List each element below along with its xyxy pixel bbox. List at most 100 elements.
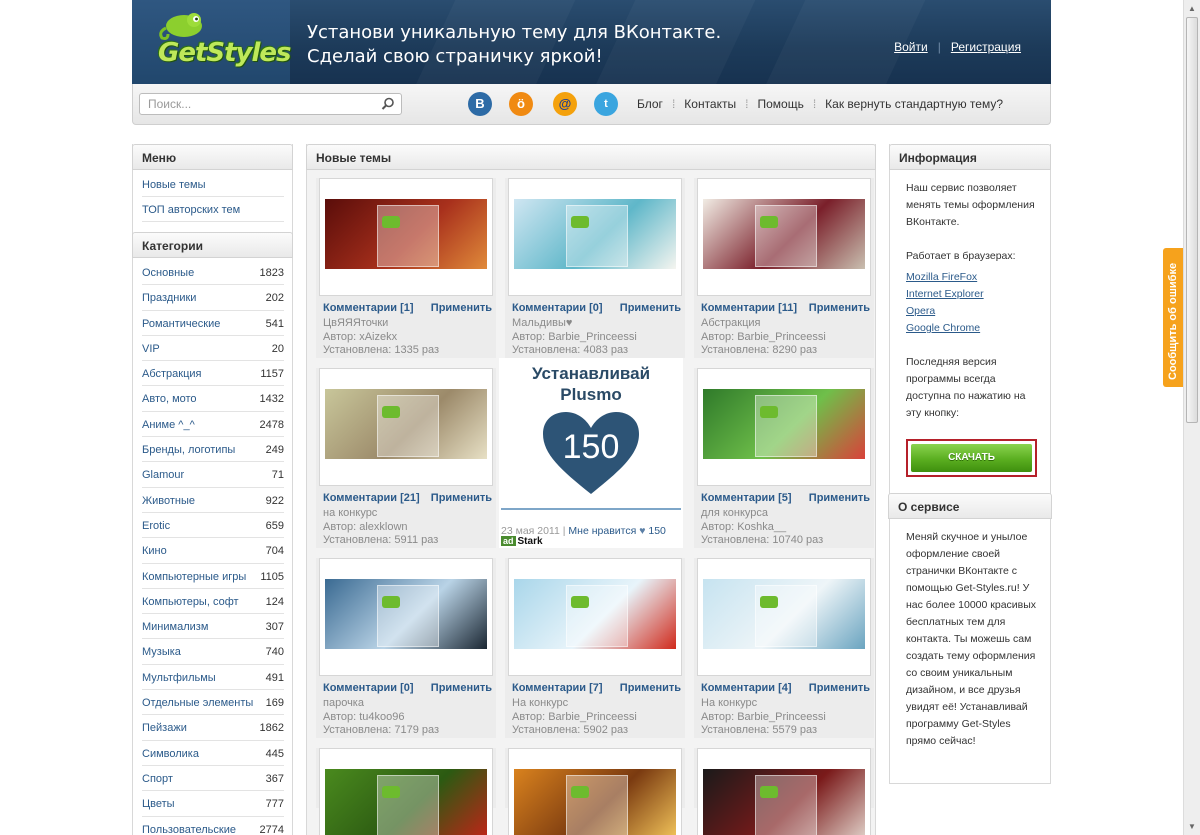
- theme-preview-frame[interactable]: [508, 558, 682, 676]
- theme-preview-image[interactable]: [514, 199, 676, 269]
- category-item[interactable]: Пользовательские 2774: [142, 817, 284, 835]
- category-item[interactable]: Животные 922: [142, 488, 284, 513]
- theme-card: Комментарии [7] Применить На конкурс Автор:…: [505, 558, 685, 738]
- scroll-up-icon[interactable]: ▲: [1184, 0, 1200, 17]
- apply-link[interactable]: Применить: [809, 492, 870, 504]
- mailru-icon[interactable]: @: [553, 92, 577, 116]
- theme-preview-image[interactable]: [325, 579, 487, 649]
- category-item[interactable]: Авто, мото 1432: [142, 386, 284, 412]
- theme-preview-image[interactable]: [325, 769, 487, 835]
- category-item[interactable]: Абстракция 1157: [142, 361, 284, 387]
- theme-preview-frame[interactable]: [697, 748, 871, 835]
- category-item[interactable]: Спорт 367: [142, 766, 284, 792]
- theme-preview-image[interactable]: [514, 579, 676, 649]
- nav-restore-theme[interactable]: Как вернуть стандартную тему?: [825, 97, 1003, 111]
- category-item[interactable]: Символика 445: [142, 741, 284, 766]
- comments-link[interactable]: Комментарии [5]: [701, 492, 792, 504]
- feedback-tab[interactable]: Сообщить об ошибке: [1163, 248, 1184, 387]
- category-item[interactable]: Отдельные элементы 169: [142, 690, 284, 716]
- category-name: Erotic: [142, 519, 171, 532]
- menu-item-new-themes[interactable]: Новые темы: [142, 172, 284, 197]
- scroll-down-icon[interactable]: ▼: [1184, 818, 1200, 835]
- category-item[interactable]: Романтические 541: [142, 311, 284, 336]
- browser-link-ie[interactable]: Internet Explorer: [906, 286, 1050, 303]
- category-item[interactable]: Компьютерные игры 1105: [142, 564, 284, 589]
- theme-meta: На конкурс Автор: Barbie_Princeessi Устано…: [701, 697, 826, 738]
- category-item[interactable]: Мультфильмы 491: [142, 665, 284, 691]
- browser-link-chrome[interactable]: Google Chrome: [906, 320, 1050, 337]
- category-item[interactable]: Цветы 777: [142, 791, 284, 817]
- apply-link[interactable]: Применить: [620, 302, 681, 314]
- apply-link[interactable]: Применить: [431, 492, 492, 504]
- theme-preview-image[interactable]: [703, 579, 865, 649]
- category-name: Отдельные элементы: [142, 697, 254, 710]
- comments-link[interactable]: Комментарии [0]: [323, 682, 414, 694]
- theme-preview-image[interactable]: [703, 389, 865, 459]
- category-item[interactable]: Минимализм 307: [142, 614, 284, 640]
- twitter-icon[interactable]: t: [594, 92, 618, 116]
- theme-preview-frame[interactable]: [697, 178, 871, 296]
- category-item[interactable]: Праздники 202: [142, 285, 284, 311]
- category-item[interactable]: Компьютеры, софт 124: [142, 589, 284, 615]
- category-name: Животные: [142, 494, 196, 507]
- comments-link[interactable]: Комментарии [7]: [512, 682, 603, 694]
- ad-banner[interactable]: Устанавливай Plusmo 150 23 мая 2011 | Мн…: [499, 358, 683, 548]
- scrollbar-thumb[interactable]: [1186, 17, 1198, 423]
- comments-link[interactable]: Комментарии [11]: [701, 302, 797, 314]
- category-name: Музыка: [142, 646, 181, 659]
- theme-preview-image[interactable]: [325, 199, 487, 269]
- browser-link-opera[interactable]: Opera: [906, 303, 1050, 320]
- apply-link[interactable]: Применить: [809, 302, 870, 314]
- nav-blog[interactable]: Блог: [637, 97, 663, 111]
- category-item[interactable]: Glamour 71: [142, 462, 284, 488]
- category-item[interactable]: Музыка 740: [142, 639, 284, 665]
- theme-preview-frame[interactable]: [319, 178, 493, 296]
- theme-preview-image[interactable]: [325, 389, 487, 459]
- nav-help[interactable]: Помощь: [757, 97, 803, 111]
- search-icon[interactable]: [381, 97, 395, 111]
- register-link[interactable]: Регистрация: [951, 40, 1021, 54]
- category-count: 740: [265, 646, 284, 659]
- apply-link[interactable]: Применить: [431, 302, 492, 314]
- theme-author: Автор: Barbie_Princeessi: [701, 330, 826, 343]
- comments-link[interactable]: Комментарии [0]: [512, 302, 603, 314]
- category-item[interactable]: Аниме ^_^ 2478: [142, 412, 284, 438]
- theme-preview-frame[interactable]: [319, 368, 493, 486]
- nav-contacts[interactable]: Контакты: [684, 97, 736, 111]
- category-name: Glamour: [142, 469, 185, 482]
- comments-link[interactable]: Комментарии [4]: [701, 682, 792, 694]
- login-link[interactable]: Войти: [894, 40, 928, 54]
- browser-link-firefox[interactable]: Mozilla FireFox: [906, 269, 1050, 286]
- category-item[interactable]: Erotic 659: [142, 513, 284, 539]
- apply-link[interactable]: Применить: [809, 682, 870, 694]
- theme-preview-image[interactable]: [514, 769, 676, 835]
- comments-link[interactable]: Комментарии [21]: [323, 492, 420, 504]
- category-item[interactable]: Пейзажи 1862: [142, 715, 284, 741]
- search-input[interactable]: [140, 94, 375, 114]
- theme-card: [316, 748, 496, 835]
- category-list: Основные 1823 Праздники 202 Романтические 541…: [133, 258, 292, 835]
- vk-icon[interactable]: B: [468, 92, 492, 116]
- theme-preview-image[interactable]: [703, 199, 865, 269]
- comments-link[interactable]: Комментарии [1]: [323, 302, 414, 314]
- apply-link[interactable]: Применить: [431, 682, 492, 694]
- category-item[interactable]: VIP 20: [142, 336, 284, 362]
- theme-preview-frame[interactable]: [697, 368, 871, 486]
- category-item[interactable]: Основные 1823: [142, 260, 284, 286]
- theme-preview-frame[interactable]: [508, 178, 682, 296]
- download-button[interactable]: СКАЧАТЬ: [911, 444, 1032, 472]
- download-frame: СКАЧАТЬ: [906, 439, 1037, 477]
- theme-preview-frame[interactable]: [697, 558, 871, 676]
- theme-preview-frame[interactable]: [508, 748, 682, 835]
- theme-preview-image[interactable]: [703, 769, 865, 835]
- apply-link[interactable]: Применить: [620, 682, 681, 694]
- theme-preview-frame[interactable]: [319, 558, 493, 676]
- category-item[interactable]: Бренды, логотипы 249: [142, 437, 284, 463]
- category-item[interactable]: Кино 704: [142, 538, 284, 564]
- page-scrollbar[interactable]: ▲ ▼: [1183, 0, 1200, 835]
- theme-preview-frame[interactable]: [319, 748, 493, 835]
- menu-item-top-authors[interactable]: ТОП авторских тем: [142, 197, 284, 222]
- like-link[interactable]: Мне нравится: [568, 525, 636, 537]
- odnoklassniki-icon[interactable]: ö: [509, 92, 533, 116]
- logo[interactable]: GetStyles: [158, 38, 292, 68]
